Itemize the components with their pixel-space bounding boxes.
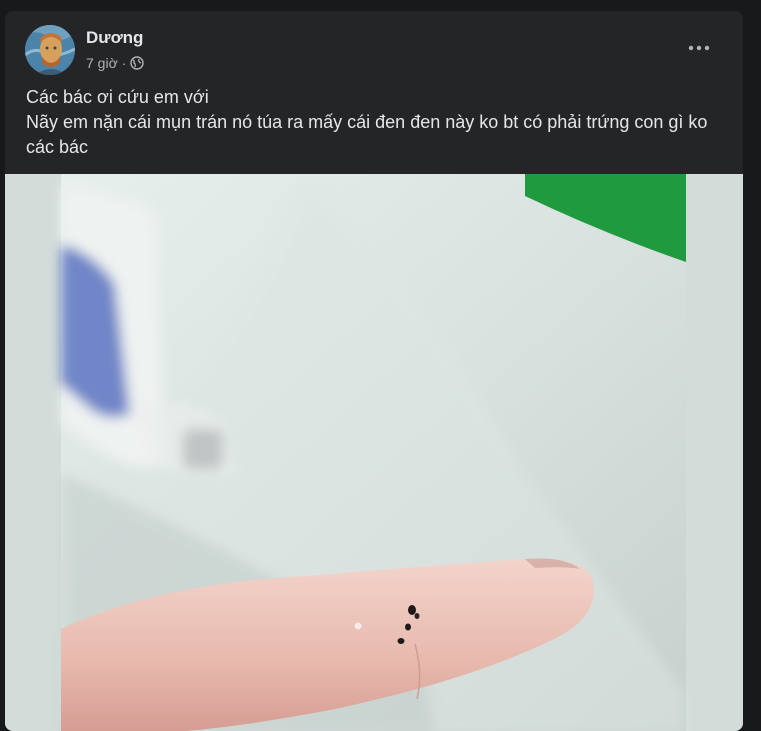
post-caption: Các bác ơi cứu em với Nãy em nặn cái mụn… <box>26 85 726 160</box>
photo-finger-closeup <box>5 174 743 731</box>
post-timestamp[interactable]: 7 giờ <box>86 55 118 71</box>
caption-line: Nãy em nặn cái mụn trán nó túa ra mấy cá… <box>26 112 708 157</box>
post-photo[interactable] <box>5 174 743 731</box>
post-card: Dương 7 giờ · Các bác ơi cứu em với Nãy … <box>5 11 743 731</box>
post-meta: 7 giờ · <box>86 55 145 71</box>
avatar-portrait-image <box>25 25 75 75</box>
meta-separator: · <box>121 55 127 71</box>
author-name[interactable]: Dương <box>86 28 143 48</box>
globe-icon[interactable] <box>130 56 145 70</box>
author-avatar[interactable] <box>25 25 75 75</box>
caption-line: Các bác ơi cứu em với <box>26 87 209 107</box>
more-options-icon[interactable] <box>681 31 717 63</box>
post-header: Dương 7 giờ · <box>5 11 743 83</box>
